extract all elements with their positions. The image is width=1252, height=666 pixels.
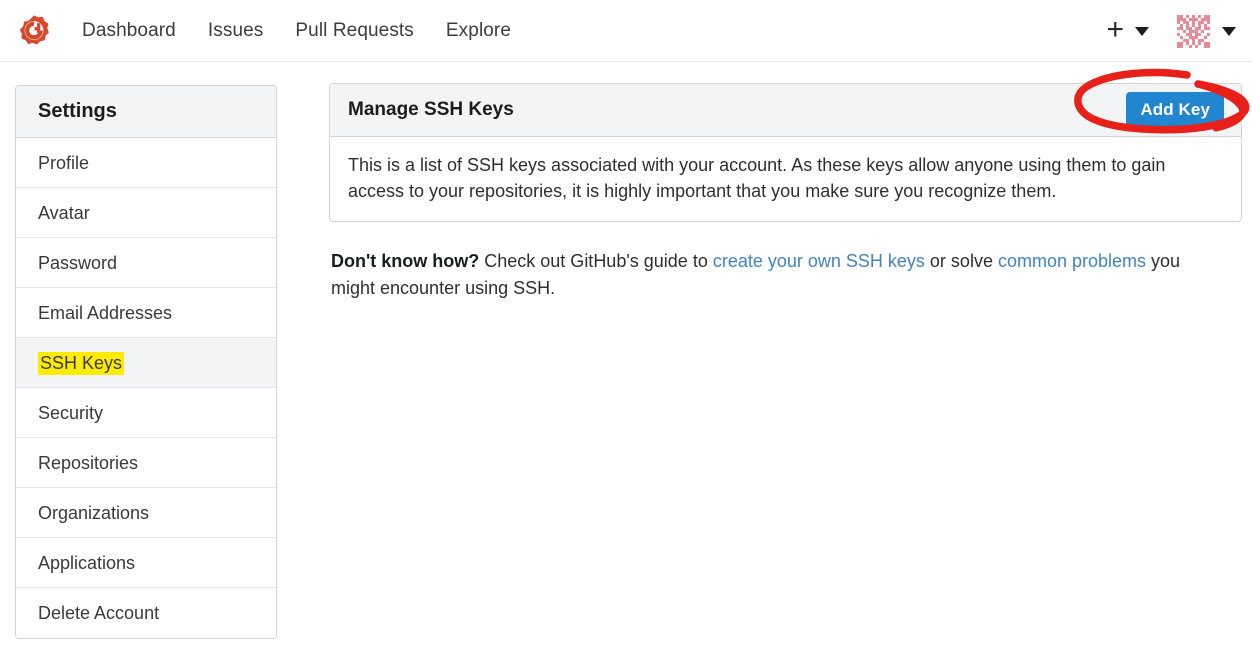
sidebar-item-avatar[interactable]: Avatar: [16, 188, 276, 238]
page-title: Manage SSH Keys: [348, 99, 514, 120]
help-note: Don't know how? Check out GitHub's guide…: [329, 248, 1223, 302]
sidebar-item-security[interactable]: Security: [16, 388, 276, 438]
sidebar-item-ssh-keys[interactable]: SSH Keys: [16, 338, 276, 388]
sidebar-title: Settings: [16, 86, 276, 138]
sidebar-item-delete-account[interactable]: Delete Account: [16, 588, 276, 638]
add-key-button[interactable]: Add Key: [1126, 92, 1224, 128]
help-note-lead: Don't know how?: [331, 251, 480, 272]
navbar-right-group: +: [1106, 0, 1252, 62]
chevron-down-icon-user: [1222, 26, 1236, 36]
user-menu[interactable]: [1177, 14, 1236, 48]
sidebar-item-repositories[interactable]: Repositories: [16, 438, 276, 488]
sidebar-item-applications[interactable]: Applications: [16, 538, 276, 588]
settings-sidebar: Settings Profile Avatar Password Email A…: [15, 85, 277, 639]
ssh-keys-description: This is a list of SSH keys associated wi…: [348, 155, 1166, 201]
link-common-problems[interactable]: common problems: [998, 251, 1146, 271]
link-create-ssh-keys[interactable]: create your own SSH keys: [713, 251, 925, 271]
gitea-logo-icon[interactable]: [16, 13, 52, 49]
nav-link-dashboard[interactable]: Dashboard: [68, 0, 192, 62]
main-content: Manage SSH Keys Add Key This is a list o…: [329, 83, 1242, 320]
sidebar-item-profile[interactable]: Profile: [16, 138, 276, 188]
sidebar-item-ssh-keys-label: SSH Keys: [38, 352, 125, 375]
chevron-down-icon-create: [1135, 26, 1149, 36]
create-new-menu[interactable]: +: [1106, 12, 1149, 46]
sidebar-item-organizations[interactable]: Organizations: [16, 488, 276, 538]
sidebar-item-email-addresses[interactable]: Email Addresses: [16, 288, 276, 338]
help-note-text-2: or solve: [924, 251, 998, 272]
avatar-identicon: [1177, 14, 1210, 48]
nav-link-pull-requests[interactable]: Pull Requests: [279, 0, 430, 62]
ssh-keys-panel: Manage SSH Keys Add Key This is a list o…: [329, 83, 1242, 223]
sidebar-item-password[interactable]: Password: [16, 238, 276, 288]
ssh-keys-panel-header: Manage SSH Keys Add Key: [330, 84, 1241, 137]
help-note-text-1: Check out GitHub's guide to: [479, 251, 713, 272]
plus-icon: +: [1106, 12, 1124, 46]
top-navbar: Dashboard Issues Pull Requests Explore +: [0, 0, 1252, 62]
nav-link-issues[interactable]: Issues: [192, 0, 280, 62]
nav-link-explore[interactable]: Explore: [430, 0, 527, 62]
navbar-left-group: Dashboard Issues Pull Requests Explore: [0, 0, 527, 62]
